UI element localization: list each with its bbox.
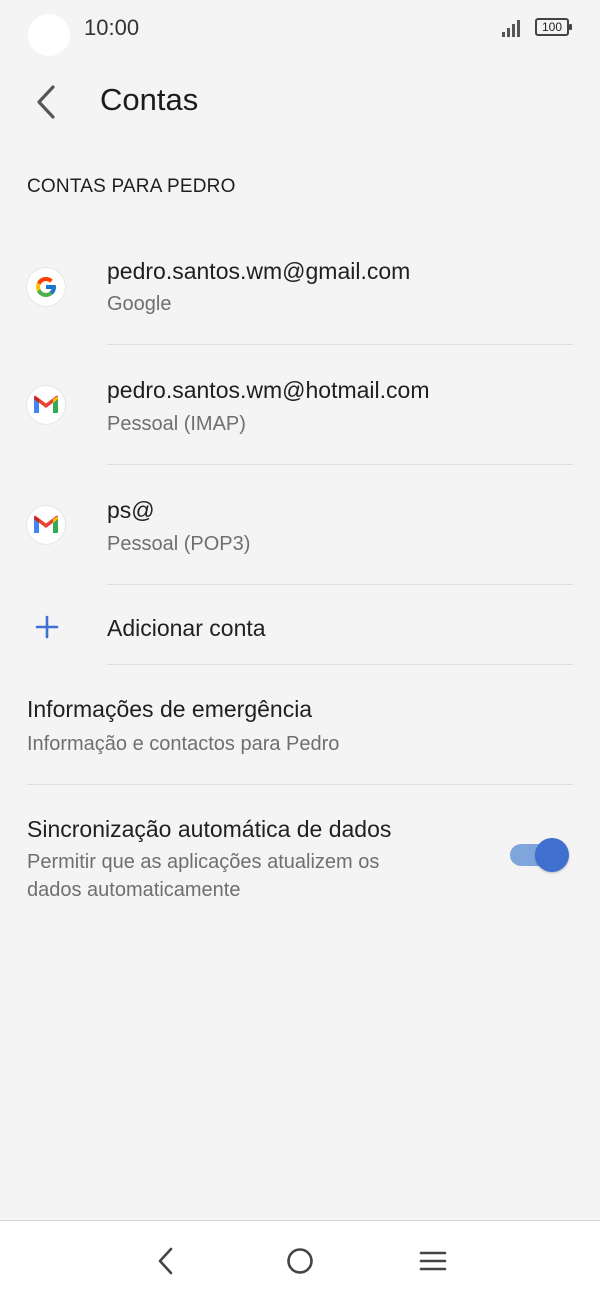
account-email: pedro.santos.wm@hotmail.com xyxy=(107,377,430,403)
battery-level: 100 xyxy=(541,20,563,34)
gmail-icon xyxy=(27,386,65,424)
emergency-title: Informações de emergência xyxy=(27,696,313,722)
navigation-bar xyxy=(0,1220,600,1301)
add-account-label: Adicionar conta xyxy=(107,615,266,641)
google-icon xyxy=(27,268,65,306)
app-bar: Contas xyxy=(0,70,600,134)
account-item-gmail[interactable]: pedro.santos.wm@gmail.com Google xyxy=(0,238,600,344)
divider xyxy=(107,584,573,585)
back-icon xyxy=(158,1247,173,1275)
account-type: Google xyxy=(107,293,172,315)
account-type: Pessoal (POP3) xyxy=(107,533,251,555)
page-title: Contas xyxy=(100,82,199,117)
plus-icon xyxy=(35,615,59,639)
home-icon xyxy=(287,1248,313,1274)
auto-sync-subtitle: Permitir que as aplicações atualizem os xyxy=(27,851,380,873)
nav-menu-button[interactable] xyxy=(409,1239,457,1283)
auto-sync-subtitle-2: dados automaticamente xyxy=(27,879,241,901)
back-button[interactable] xyxy=(22,78,70,126)
divider xyxy=(107,344,573,345)
auto-sync-title: Sincronização automática de dados xyxy=(27,816,392,842)
account-type: Pessoal (IMAP) xyxy=(107,413,246,435)
emergency-subtitle: Informação e contactos para Pedro xyxy=(27,733,340,755)
battery-icon: 100 xyxy=(535,18,572,36)
signal-icon xyxy=(502,19,524,37)
auto-sync-toggle[interactable] xyxy=(510,838,570,872)
status-time: 10:00 xyxy=(84,15,140,40)
section-header: CONTAS PARA PEDRO xyxy=(27,176,236,197)
divider xyxy=(107,464,573,465)
toggle-thumb xyxy=(535,838,569,872)
divider xyxy=(27,784,573,785)
account-item-pop3[interactable]: ps@ Pessoal (POP3) xyxy=(0,478,600,584)
menu-icon xyxy=(419,1251,447,1271)
nav-back-button[interactable] xyxy=(142,1239,190,1283)
camera-cutout xyxy=(28,14,70,56)
status-bar: 10:00 100 xyxy=(0,0,600,56)
account-email: pedro.santos.wm@gmail.com xyxy=(107,258,411,284)
gmail-icon xyxy=(27,506,65,544)
divider xyxy=(107,664,573,665)
back-arrow-icon xyxy=(37,85,55,119)
account-item-hotmail[interactable]: pedro.santos.wm@hotmail.com Pessoal (IMA… xyxy=(0,358,600,464)
account-email: ps@ xyxy=(107,497,155,523)
emergency-info-item[interactable]: Informações de emergência Informação e c… xyxy=(0,678,600,784)
nav-home-button[interactable] xyxy=(276,1239,324,1283)
add-account-button[interactable]: Adicionar conta xyxy=(0,598,600,664)
